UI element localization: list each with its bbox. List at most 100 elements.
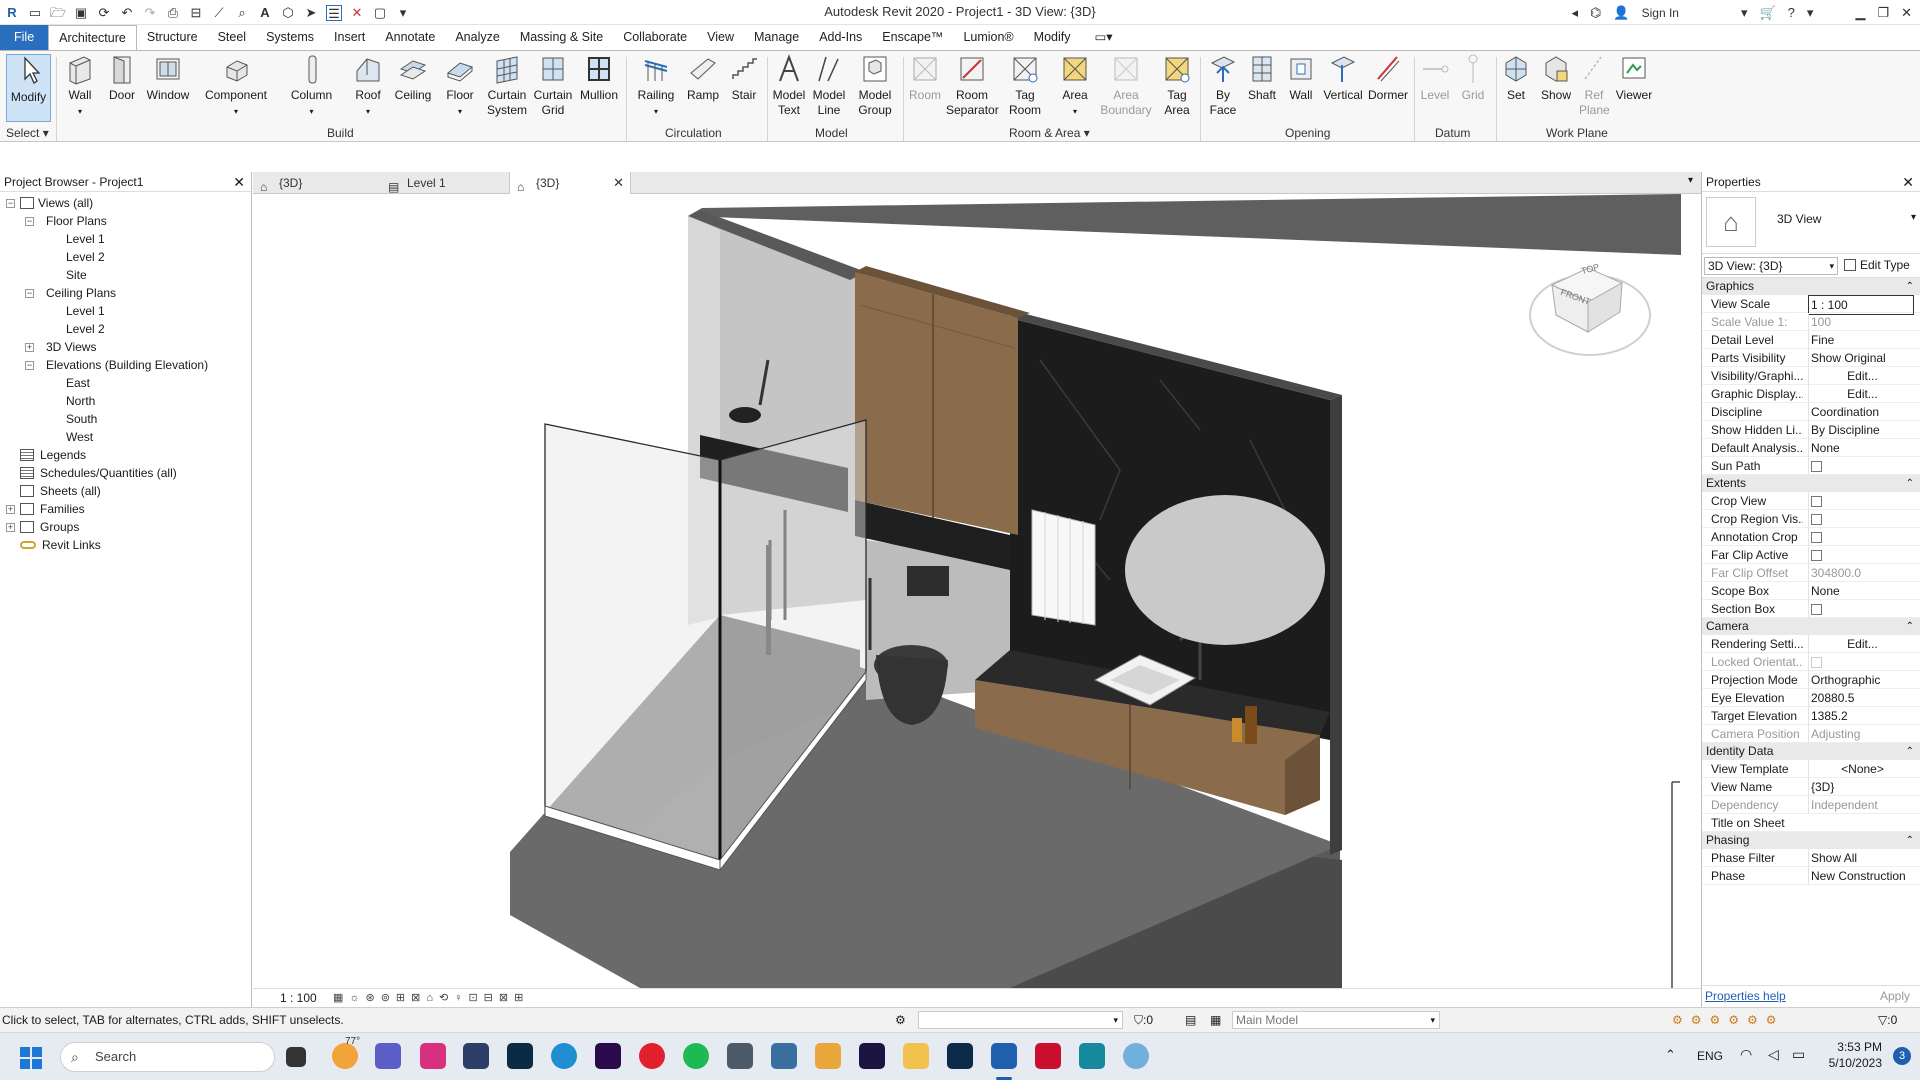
prop-value[interactable]: Orthographic [1808, 671, 1914, 689]
tab-architecture[interactable]: Architecture [48, 25, 137, 50]
windows-start-icon[interactable] [20, 1047, 42, 1069]
sun-path-checkbox[interactable] [1811, 461, 1822, 473]
prop-value[interactable]: 20880.5 [1808, 689, 1914, 707]
dormer-tool[interactable]: Dormer [1366, 53, 1410, 103]
tree-revit-links[interactable]: Revit Links [20, 536, 101, 554]
tree-3d-views[interactable]: 3D Views [46, 338, 96, 356]
edge-icon[interactable] [551, 1043, 577, 1069]
tab-modify[interactable]: Modify [1024, 25, 1081, 50]
type-selector[interactable]: ⌂ 3D View ▾ [1702, 192, 1920, 254]
prop-value[interactable] [1808, 457, 1914, 475]
minimize-icon[interactable]: ▁ [1855, 5, 1865, 21]
expand-toggle-icon[interactable]: + [25, 343, 34, 352]
prop-detail-level[interactable]: Detail Level Fine [1702, 331, 1920, 349]
globe-app-icon[interactable] [1123, 1043, 1149, 1069]
tree-floor-plans[interactable]: Floor Plans [46, 212, 107, 230]
tab-manage[interactable]: Manage [744, 25, 809, 50]
lightroom-classic-icon[interactable] [507, 1043, 533, 1069]
tag-area-tool[interactable]: Tag Area [1158, 53, 1196, 118]
prop-value[interactable]: None [1808, 439, 1914, 457]
prop-view-name[interactable]: View Name {3D} [1702, 778, 1920, 796]
tree-floor-plan-level1[interactable]: Level 1 [66, 230, 105, 248]
set-tool[interactable]: Set [1500, 53, 1532, 103]
area-tool[interactable]: Area ▾ [1056, 53, 1094, 119]
area-boundary-tool[interactable]: Area Boundary [1100, 53, 1152, 118]
group-extents[interactable]: Extents ⌃ [1702, 475, 1920, 492]
tab-systems[interactable]: Systems [256, 25, 324, 50]
column-tool[interactable]: Column ▾ [284, 53, 339, 119]
far-clip-checkbox[interactable] [1811, 550, 1822, 562]
prop-view-scale[interactable]: View Scale 1 : 100 [1702, 295, 1920, 315]
tab-collaborate[interactable]: Collaborate [613, 25, 697, 50]
group-identity-data[interactable]: Identity Data ⌃ [1702, 743, 1920, 760]
prop-value[interactable]: Show Original [1808, 349, 1914, 367]
prop-discipline[interactable]: Discipline Coordination [1702, 403, 1920, 421]
prop-phase[interactable]: Phase New Construction [1702, 867, 1920, 885]
tab-structure[interactable]: Structure [137, 25, 208, 50]
tree-ceiling-plan-level2[interactable]: Level 2 [66, 320, 105, 338]
group-camera[interactable]: Camera ⌃ [1702, 618, 1920, 635]
revit-taskbar-icon[interactable] [991, 1043, 1017, 1069]
tab-massing-site[interactable]: Massing & Site [510, 25, 613, 50]
group-graphics[interactable]: Graphics ⌃ [1702, 278, 1920, 295]
tree-elevations[interactable]: Elevations (Building Elevation) [46, 356, 208, 374]
tab-analyze[interactable]: Analyze [445, 25, 509, 50]
tab-lumion[interactable]: Lumion® [953, 25, 1023, 50]
collapse-toggle-icon[interactable]: − [6, 199, 15, 208]
photoshop-icon[interactable] [947, 1043, 973, 1069]
design-options-icon[interactable]: ▤ [1185, 1008, 1196, 1032]
prop-value[interactable]: {3D} [1808, 778, 1914, 796]
room-area-panel-label[interactable]: Room & Area ▾ [1009, 126, 1090, 140]
type-dropdown-icon[interactable]: ▾ [1911, 212, 1916, 223]
premiere-icon[interactable] [595, 1043, 621, 1069]
prop-crop-view[interactable]: Crop View [1702, 492, 1920, 510]
viewcube[interactable] [1529, 267, 1651, 356]
edit-type-button[interactable]: Edit Type [1844, 257, 1910, 275]
workset-dropdown[interactable]: ▾ [918, 1011, 1123, 1029]
help-icon[interactable]: ? [1788, 5, 1795, 20]
media-player-icon[interactable] [815, 1043, 841, 1069]
apply-button[interactable]: Apply [1880, 989, 1910, 1003]
component-tool[interactable]: Component ▾ [200, 53, 272, 119]
modify-tool[interactable]: Modify [6, 55, 51, 105]
tab-overflow-icon[interactable]: ▾ [1688, 175, 1693, 186]
autocad-icon[interactable] [1035, 1043, 1061, 1069]
by-face-tool[interactable]: By Face [1204, 53, 1242, 118]
binoculars-icon[interactable]: ⌬ [1590, 5, 1601, 21]
prop-section-box[interactable]: Section Box [1702, 600, 1920, 618]
arrow-left-icon[interactable]: ◂ [1572, 5, 1579, 21]
restore-icon[interactable]: ❐ [1877, 5, 1889, 21]
door-tool[interactable]: Door [104, 53, 140, 103]
tray-chevron-icon[interactable]: ⌃ [1665, 1047, 1676, 1063]
tree-elevation-south[interactable]: South [66, 410, 97, 428]
prop-value[interactable]: Coordination [1808, 403, 1914, 421]
selection-tools-icons[interactable]: ⚙⚙⚙⚙⚙⚙ [1672, 1008, 1785, 1032]
prop-scope-box[interactable]: Scope Box None [1702, 582, 1920, 600]
shaft-tool[interactable]: Shaft [1244, 53, 1280, 103]
prop-title-on-sheet[interactable]: Title on Sheet [1702, 814, 1920, 832]
close-tab-icon[interactable]: ✕ [613, 172, 624, 194]
prop-parts-visibility[interactable]: Parts Visibility Show Original [1702, 349, 1920, 367]
network-app-icon[interactable] [727, 1043, 753, 1069]
group-phasing[interactable]: Phasing ⌃ [1702, 832, 1920, 849]
prop-value[interactable]: New Construction [1808, 867, 1914, 885]
section-box-checkbox[interactable] [1811, 604, 1822, 616]
tree-elevation-west[interactable]: West [66, 428, 93, 446]
curtain-system-tool[interactable]: Curtain System [486, 53, 528, 118]
dropdown-arrow-icon[interactable]: ▾ [1741, 5, 1748, 21]
view-tab-level1[interactable]: ▤ Level 1 [381, 172, 506, 194]
prop-far-clip-active[interactable]: Far Clip Active [1702, 546, 1920, 564]
prop-phase-filter[interactable]: Phase Filter Show All [1702, 849, 1920, 867]
taskbar-search[interactable]: ⌕ Search [60, 1042, 275, 1072]
chart-app-icon[interactable] [463, 1043, 489, 1069]
tree-ceiling-plans[interactable]: Ceiling Plans [46, 284, 116, 302]
viewer-tool[interactable]: Viewer [1612, 53, 1656, 103]
wifi-icon[interactable]: ◠ [1740, 1046, 1752, 1063]
tree-elevation-north[interactable]: North [66, 392, 95, 410]
level-tool[interactable]: Level [1418, 53, 1452, 103]
view-scale[interactable]: 1 : 100 [280, 989, 317, 1008]
project-app-icon[interactable] [771, 1043, 797, 1069]
annotation-crop-checkbox[interactable] [1811, 532, 1822, 544]
close-icon[interactable]: ✕ [233, 172, 245, 192]
tree-groups[interactable]: Groups [20, 518, 79, 536]
